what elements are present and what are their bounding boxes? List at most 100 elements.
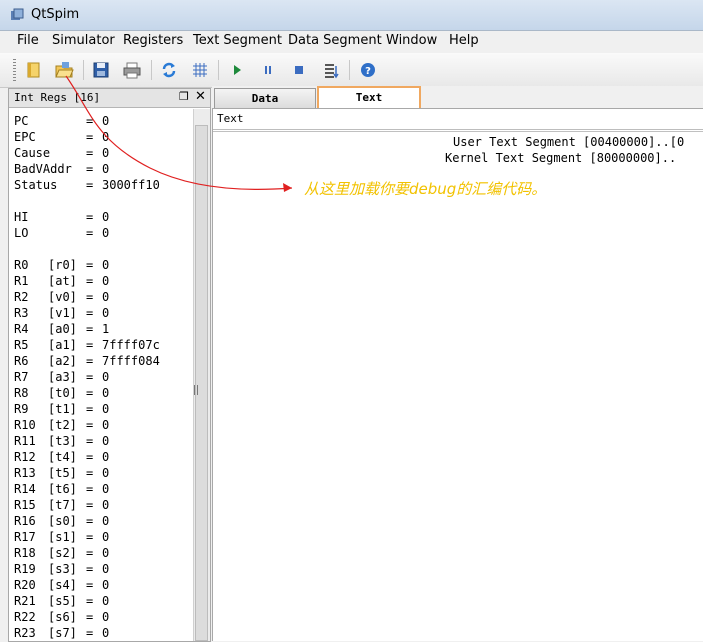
tab-text[interactable]: Text <box>317 86 421 108</box>
menu-text-segment[interactable]: Text Segment <box>193 33 282 48</box>
single-step-icon[interactable] <box>320 59 342 81</box>
equals-sign: = <box>86 562 94 576</box>
register-row: R13 [t5] = 0 <box>14 465 189 481</box>
equals-sign: = <box>86 226 94 240</box>
register-name: BadVAddr <box>14 162 72 176</box>
register-alias: [s2] <box>48 546 77 560</box>
register-row: Status = 3000ff10 <box>14 177 189 193</box>
qtspim-app-icon <box>11 8 24 20</box>
load-file-icon[interactable] <box>23 59 45 81</box>
register-alias: [s7] <box>48 626 77 640</box>
equals-sign: = <box>86 354 94 368</box>
register-value: 1 <box>102 322 110 336</box>
equals-sign: = <box>86 594 94 608</box>
register-alias: [v1] <box>48 306 77 320</box>
register-value: 0 <box>102 114 110 128</box>
stop-icon[interactable] <box>288 59 310 81</box>
register-value: 0 <box>102 146 110 160</box>
register-name: R3 <box>14 306 29 320</box>
register-name: R20 <box>14 578 36 592</box>
register-row: EPC = 0 <box>14 129 189 145</box>
equals-sign: = <box>86 530 94 544</box>
equals-sign: = <box>86 450 94 464</box>
register-alias: [s4] <box>48 578 77 592</box>
register-name: R17 <box>14 530 36 544</box>
float-panel-icon[interactable]: ❐ <box>179 90 189 103</box>
toolbar-grip[interactable] <box>13 59 16 81</box>
equals-sign: = <box>86 322 94 336</box>
equals-sign: = <box>86 274 94 288</box>
pause-icon[interactable] <box>257 59 279 81</box>
register-name: R1 <box>14 274 29 288</box>
print-icon[interactable] <box>121 59 143 81</box>
run-icon[interactable] <box>226 59 248 81</box>
clear-registers-icon[interactable] <box>158 59 180 81</box>
tab-data[interactable]: Data <box>214 88 316 108</box>
register-row: R10 [t2] = 0 <box>14 417 189 433</box>
register-value: 0 <box>102 530 110 544</box>
int-registers-header: Int Regs [16] ❐ ✕ <box>9 89 210 108</box>
register-value: 0 <box>102 370 110 384</box>
register-value: 0 <box>102 578 110 592</box>
register-alias: [s3] <box>48 562 77 576</box>
annotation-text: 从这里加载你要debug的汇编代码。 <box>304 180 547 198</box>
equals-sign: = <box>86 290 94 304</box>
register-value: 0 <box>102 306 110 320</box>
menu-file[interactable]: File <box>17 33 39 48</box>
equals-sign: = <box>86 130 94 144</box>
register-row: R15 [t7] = 0 <box>14 497 189 513</box>
menu-help[interactable]: Help <box>449 33 479 48</box>
menu-simulator[interactable]: Simulator <box>52 33 115 48</box>
close-panel-icon[interactable]: ✕ <box>195 89 206 104</box>
register-name: R14 <box>14 482 36 496</box>
menu-data-segment[interactable]: Data Segment <box>288 33 382 48</box>
register-value: 0 <box>102 274 110 288</box>
register-name: R19 <box>14 562 36 576</box>
register-value: 0 <box>102 258 110 272</box>
register-value: 0 <box>102 562 110 576</box>
register-name: R5 <box>14 338 29 352</box>
register-value: 0 <box>102 386 110 400</box>
register-value: 0 <box>102 402 110 416</box>
register-row: R4 [a0] = 1 <box>14 321 189 337</box>
save-log-icon[interactable] <box>90 59 112 81</box>
register-name: EPC <box>14 130 36 144</box>
equals-sign: = <box>86 498 94 512</box>
menu-registers[interactable]: Registers <box>123 33 183 48</box>
equals-sign: = <box>86 418 94 432</box>
register-value: 0 <box>102 226 110 240</box>
register-alias: [t4] <box>48 450 77 464</box>
register-alias: [t5] <box>48 466 77 480</box>
register-value: 3000ff10 <box>102 178 160 192</box>
run-grid-icon[interactable] <box>189 59 211 81</box>
register-name: R18 <box>14 546 36 560</box>
register-alias: [r0] <box>48 258 77 272</box>
register-alias: [at] <box>48 274 77 288</box>
register-row: R8 [t0] = 0 <box>14 385 189 401</box>
register-value: 0 <box>102 210 110 224</box>
register-scrollbar[interactable] <box>193 109 210 641</box>
text-subtab[interactable]: Text <box>213 109 703 130</box>
panel-splitter[interactable] <box>194 385 200 395</box>
register-alias: [t7] <box>48 498 77 512</box>
equals-sign: = <box>86 578 94 592</box>
equals-sign: = <box>86 210 94 224</box>
register-row: R17 [s1] = 0 <box>14 529 189 545</box>
register-row: R12 [t4] = 0 <box>14 449 189 465</box>
window-title: QtSpim <box>31 7 80 22</box>
text-subtab-label: Text <box>217 112 244 125</box>
menu-bar: File Simulator Registers Text Segment Da… <box>0 31 703 52</box>
register-row: R2 [v0] = 0 <box>14 289 189 305</box>
equals-sign: = <box>86 146 94 160</box>
equals-sign: = <box>86 402 94 416</box>
scrollbar-thumb[interactable] <box>195 125 208 641</box>
reload-file-icon[interactable] <box>53 59 75 81</box>
register-name: R15 <box>14 498 36 512</box>
register-alias: [s1] <box>48 530 77 544</box>
help-icon[interactable]: ? <box>357 59 379 81</box>
menu-window[interactable]: Window <box>386 33 437 48</box>
register-alias: [s0] <box>48 514 77 528</box>
equals-sign: = <box>86 258 94 272</box>
equals-sign: = <box>86 306 94 320</box>
register-value: 0 <box>102 594 110 608</box>
